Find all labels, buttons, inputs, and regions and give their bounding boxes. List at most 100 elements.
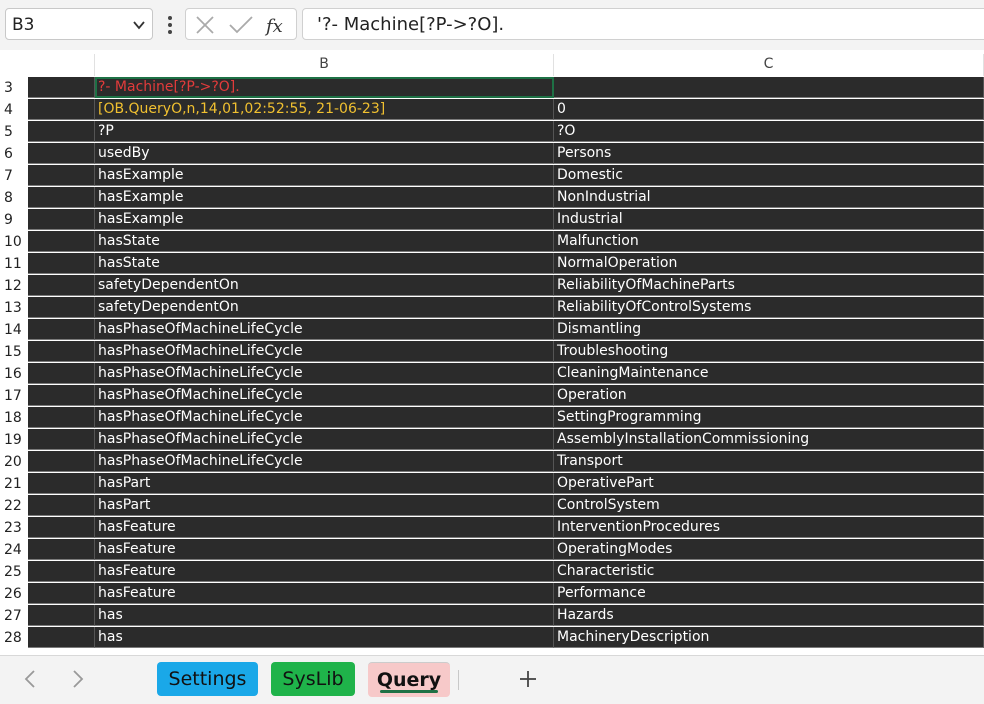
row-header[interactable]: 7 xyxy=(0,165,28,187)
cell-c[interactable]: MachineryDescription xyxy=(554,627,984,648)
cell-a[interactable] xyxy=(28,165,95,186)
close-icon[interactable] xyxy=(194,14,216,36)
cell-b[interactable]: hasFeature xyxy=(95,539,554,560)
row-header[interactable]: 24 xyxy=(0,539,28,561)
chevron-left-icon[interactable] xyxy=(20,668,40,690)
cell-c[interactable]: Characteristic xyxy=(554,561,984,582)
cell-b[interactable]: ?- Machine[?P->?O]. xyxy=(95,77,554,98)
cell-a[interactable] xyxy=(28,583,95,604)
cell-c[interactable]: CleaningMaintenance xyxy=(554,363,984,384)
cell-b[interactable]: hasPhaseOfMachineLifeCycle xyxy=(95,407,554,428)
sheet-tab-syslib[interactable]: SysLib xyxy=(271,662,355,696)
row-header[interactable]: 14 xyxy=(0,319,28,341)
row-header[interactable]: 19 xyxy=(0,429,28,451)
cell-a[interactable] xyxy=(28,231,95,252)
cell-a[interactable] xyxy=(28,187,95,208)
cell-a[interactable] xyxy=(28,319,95,340)
column-header-c[interactable]: C xyxy=(554,54,984,76)
cell-a[interactable] xyxy=(28,77,95,98)
cell-a[interactable] xyxy=(28,517,95,538)
cell-c[interactable]: OperatingModes xyxy=(554,539,984,560)
cell-a[interactable] xyxy=(28,209,95,230)
cell-c[interactable]: NonIndustrial xyxy=(554,187,984,208)
cell-a[interactable] xyxy=(28,429,95,450)
cell-c[interactable]: ?O xyxy=(554,121,984,142)
row-header[interactable]: 13 xyxy=(0,297,28,319)
cell-a[interactable] xyxy=(28,121,95,142)
cell-c[interactable] xyxy=(554,77,984,98)
cell-b[interactable]: hasPhaseOfMachineLifeCycle xyxy=(95,429,554,450)
cell-c[interactable]: Transport xyxy=(554,451,984,472)
cell-b[interactable]: hasExample xyxy=(95,187,554,208)
row-header[interactable]: 10 xyxy=(0,231,28,253)
row-header[interactable]: 18 xyxy=(0,407,28,429)
cell-b[interactable]: has xyxy=(95,627,554,648)
cell-b[interactable]: hasPhaseOfMachineLifeCycle xyxy=(95,363,554,384)
cell-a[interactable] xyxy=(28,143,95,164)
cell-a[interactable] xyxy=(28,605,95,626)
cell-c[interactable]: Domestic xyxy=(554,165,984,186)
cell-c[interactable]: InterventionProcedures xyxy=(554,517,984,538)
row-header[interactable]: 17 xyxy=(0,385,28,407)
cell-c[interactable]: Performance xyxy=(554,583,984,604)
formula-input[interactable]: '?- Machine[?P->?O]. xyxy=(302,8,984,40)
chevron-right-icon[interactable] xyxy=(68,668,88,690)
cell-c[interactable]: Industrial xyxy=(554,209,984,230)
row-header[interactable]: 27 xyxy=(0,605,28,627)
cell-c[interactable]: Operation xyxy=(554,385,984,406)
row-header[interactable]: 8 xyxy=(0,187,28,209)
cell-c[interactable]: NormalOperation xyxy=(554,253,984,274)
vertical-dots-icon[interactable] xyxy=(160,12,180,38)
sheet-tab-query[interactable]: Query xyxy=(368,662,450,697)
cell-c[interactable]: AssemblyInstallationCommissioning xyxy=(554,429,984,450)
cell-b[interactable]: hasPart xyxy=(95,495,554,516)
cell-c[interactable]: Dismantling xyxy=(554,319,984,340)
row-header[interactable]: 12 xyxy=(0,275,28,297)
corner-cell[interactable] xyxy=(0,54,95,76)
cell-c[interactable]: Persons xyxy=(554,143,984,164)
name-box[interactable]: B3 xyxy=(5,8,153,40)
cell-c[interactable]: Malfunction xyxy=(554,231,984,252)
chevron-down-icon[interactable] xyxy=(132,18,146,32)
cell-a[interactable] xyxy=(28,253,95,274)
cell-c[interactable]: SettingProgramming xyxy=(554,407,984,428)
row-header[interactable]: 28 xyxy=(0,627,28,649)
cell-a[interactable] xyxy=(28,297,95,318)
row-header[interactable]: 26 xyxy=(0,583,28,605)
cell-b[interactable]: hasFeature xyxy=(95,517,554,538)
cell-c[interactable]: Troubleshooting xyxy=(554,341,984,362)
cell-b[interactable]: [OB.QueryO,n,14,01,02:52:55, 21-06-23] xyxy=(95,99,554,120)
fx-icon[interactable]: fx xyxy=(264,14,290,38)
cell-b[interactable]: hasExample xyxy=(95,209,554,230)
cell-c[interactable]: 0 xyxy=(554,99,984,120)
row-header[interactable]: 11 xyxy=(0,253,28,275)
row-header[interactable]: 20 xyxy=(0,451,28,473)
cell-c[interactable]: Hazards xyxy=(554,605,984,626)
cell-b[interactable]: has xyxy=(95,605,554,626)
cell-c[interactable]: ReliabilityOfControlSystems xyxy=(554,297,984,318)
row-header[interactable]: 21 xyxy=(0,473,28,495)
plus-icon[interactable] xyxy=(517,668,539,690)
row-header[interactable]: 9 xyxy=(0,209,28,231)
check-icon[interactable] xyxy=(228,14,254,36)
cell-a[interactable] xyxy=(28,275,95,296)
cell-a[interactable] xyxy=(28,341,95,362)
cell-a[interactable] xyxy=(28,561,95,582)
cell-a[interactable] xyxy=(28,451,95,472)
cell-a[interactable] xyxy=(28,363,95,384)
row-header[interactable]: 16 xyxy=(0,363,28,385)
row-header[interactable]: 22 xyxy=(0,495,28,517)
cell-b[interactable]: hasState xyxy=(95,253,554,274)
cell-b[interactable]: hasPhaseOfMachineLifeCycle xyxy=(95,341,554,362)
cell-b[interactable]: hasExample xyxy=(95,165,554,186)
cell-a[interactable] xyxy=(28,539,95,560)
cell-a[interactable] xyxy=(28,473,95,494)
cell-b[interactable]: hasPhaseOfMachineLifeCycle xyxy=(95,385,554,406)
cell-c[interactable]: OperativePart xyxy=(554,473,984,494)
cell-b[interactable]: ?P xyxy=(95,121,554,142)
sheet-tab-settings[interactable]: Settings xyxy=(157,662,258,696)
cell-a[interactable] xyxy=(28,407,95,428)
cell-b[interactable]: usedBy xyxy=(95,143,554,164)
cell-c[interactable]: ControlSystem xyxy=(554,495,984,516)
cell-b[interactable]: hasState xyxy=(95,231,554,252)
